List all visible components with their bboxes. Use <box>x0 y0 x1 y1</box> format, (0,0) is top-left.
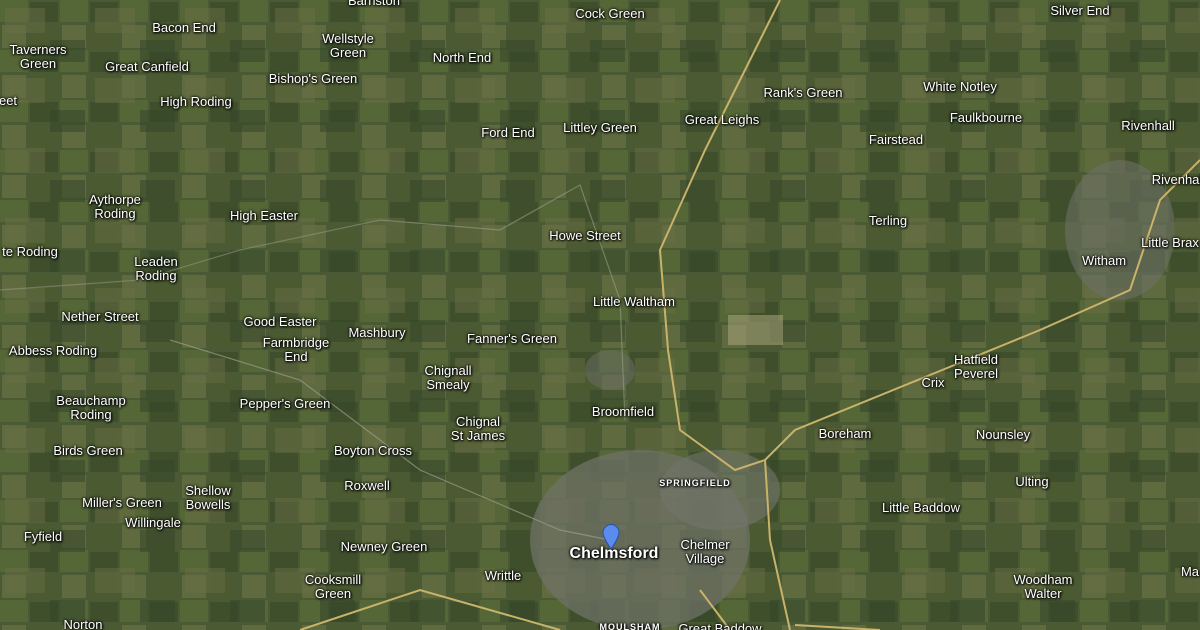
place-label-boreham: Boreham <box>818 426 872 441</box>
place-label-leaden-roding: Leaden Roding <box>134 254 178 283</box>
place-label-shellow-bowells: Shellow Bowells <box>185 483 231 512</box>
place-label-white-notley: White Notley <box>923 79 997 94</box>
place-label-bishops-green: Bishop's Green <box>268 71 358 86</box>
place-label-springfield: SPRINGFIELD <box>659 478 731 488</box>
place-label-terling: Terling <box>868 213 908 228</box>
place-label-abbess-roding: Abbess Roding <box>8 343 98 358</box>
place-label-white-roding: te Roding <box>2 244 58 259</box>
place-label-fyfield: Fyfield <box>23 529 63 544</box>
place-label-good-easter: Good Easter <box>243 314 317 329</box>
place-label-peppers-green: Pepper's Green <box>239 396 331 411</box>
place-label-roxwell: Roxwell <box>344 478 390 493</box>
place-label-farmbridge-end: Farmbridge End <box>262 335 330 364</box>
place-label-aythorpe-roding: Aythorpe Roding <box>89 192 141 221</box>
place-label-chignal-st-james: Chignal St James <box>450 414 506 443</box>
place-label-norton: Norton <box>63 617 103 630</box>
place-label-boyton-cross: Boyton Cross <box>333 443 413 458</box>
place-label-writtle: Writtle <box>484 568 522 583</box>
place-label-great-leighs: Great Leighs <box>684 112 760 127</box>
place-label-high-roding: High Roding <box>160 94 232 109</box>
place-label-nether-street: Nether Street <box>61 309 139 324</box>
place-label-great-canfield: Great Canfield <box>105 59 189 74</box>
place-label-little-baddow: Little Baddow <box>881 500 961 515</box>
place-label-crix: Crix <box>921 375 945 390</box>
place-label-moulsham: MOULSHAM <box>599 622 661 630</box>
place-label-nounsley: Nounsley <box>975 427 1031 442</box>
place-label-little-braxted: Little Brax <box>1141 235 1199 250</box>
place-label-fairstead: Fairstead <box>868 132 924 147</box>
place-label-barnston: Barnston <box>347 0 401 8</box>
place-label-newney-green: Newney Green <box>340 539 428 554</box>
place-label-mashbury: Mashbury <box>348 325 406 340</box>
place-label-little-waltham: Little Waltham <box>593 294 675 309</box>
place-label-ford-end: Ford End <box>481 125 535 140</box>
place-label-taverners-green: Taverners Green <box>9 42 67 71</box>
place-label-ranks-green: Rank's Green <box>763 85 843 100</box>
place-label-broomfield: Broomfield <box>591 404 655 419</box>
place-label-millers-green: Miller's Green <box>82 495 162 510</box>
place-label-faulkbourne: Faulkbourne <box>949 110 1023 125</box>
place-label-birds-green: Birds Green <box>53 443 123 458</box>
place-label-rivenhall-end: Rivenhal <box>1151 172 1200 187</box>
place-label-willingale: Willingale <box>125 515 181 530</box>
location-pin-icon[interactable] <box>602 524 620 550</box>
place-label-chelmer-village: Chelmer Village <box>680 537 730 566</box>
place-label-hatfield-peverel: Hatfield Peverel <box>953 352 999 381</box>
place-label-silver-end: Silver End <box>1050 3 1110 18</box>
place-label-bacon-end: Bacon End <box>152 20 216 35</box>
place-label-chignall-smealy: Chignall Smealy <box>424 363 472 392</box>
place-label-ma: Ma <box>1180 564 1200 579</box>
place-label-great-baddow: Great Baddow <box>678 621 762 630</box>
place-label-eet: eet <box>0 93 18 108</box>
place-label-wellstyle-green: Wellstyle Green <box>322 31 374 60</box>
place-label-witham: Witham <box>1081 253 1127 268</box>
place-label-littley-green: Littley Green <box>563 120 637 135</box>
place-label-beauchamp-roding: Beauchamp Roding <box>56 393 126 422</box>
place-label-cooksmill-green: Cooksmill Green <box>304 572 362 601</box>
place-label-north-end: North End <box>432 50 492 65</box>
satellite-map[interactable]: Barnston Cock Green Silver End Taverners… <box>0 0 1200 630</box>
place-label-fanners-green: Fanner's Green <box>467 331 557 346</box>
place-label-howe-street: Howe Street <box>549 228 621 243</box>
place-label-high-easter: High Easter <box>230 208 298 223</box>
place-label-ulting: Ulting <box>1015 474 1049 489</box>
place-label-woodham-walter: Woodham Walter <box>1013 572 1073 601</box>
place-label-cock-green: Cock Green <box>575 6 645 21</box>
place-label-rivenhall: Rivenhall <box>1121 118 1175 133</box>
